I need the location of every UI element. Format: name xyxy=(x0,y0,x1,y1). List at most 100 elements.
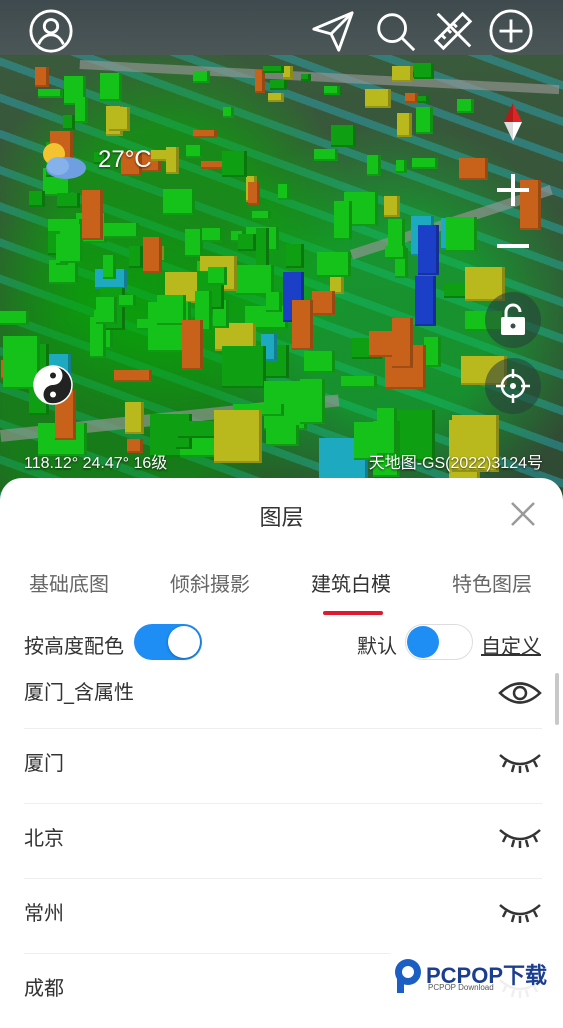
building-block xyxy=(266,425,299,447)
building-block xyxy=(222,106,235,119)
eye-closed-icon[interactable] xyxy=(498,747,542,777)
building-block xyxy=(265,292,283,313)
list-item[interactable]: 厦门 xyxy=(24,729,542,804)
building-block xyxy=(236,265,275,295)
layer-name: 厦门_含属性 xyxy=(24,680,134,704)
toggle-knob xyxy=(168,626,200,658)
building-block xyxy=(418,95,430,103)
lock-icon[interactable] xyxy=(485,292,541,348)
layer-name: 厦门 xyxy=(24,751,64,775)
custom-link[interactable]: 自定义 xyxy=(481,630,541,659)
default-toggle[interactable] xyxy=(405,624,473,660)
yin-yang-icon[interactable] xyxy=(32,364,74,406)
building-block xyxy=(104,223,140,238)
map-view[interactable]: 27°C 118.12° 24.47° 16级 天地图-GS(2022)3124… xyxy=(0,0,563,500)
building-block xyxy=(395,160,407,173)
building-block xyxy=(28,190,46,207)
building-block xyxy=(377,407,398,455)
eye-icon[interactable] xyxy=(498,678,542,708)
user-icon[interactable] xyxy=(26,6,76,56)
building-block xyxy=(182,320,203,370)
list-item[interactable]: 常州 xyxy=(24,879,542,954)
building-block xyxy=(333,200,352,241)
watermark: PCPOP下载 PCPOP Download xyxy=(388,952,563,1001)
building-block xyxy=(304,351,336,374)
locate-icon[interactable] xyxy=(485,358,541,414)
tab-basemap[interactable]: 基础底图 xyxy=(29,568,109,597)
building-block xyxy=(114,370,152,382)
map-attribution: 天地图-GS(2022)3124号 xyxy=(368,455,543,472)
building-block xyxy=(56,192,81,209)
building-block xyxy=(300,379,326,424)
building-block xyxy=(392,66,414,82)
close-icon[interactable] xyxy=(509,500,537,528)
building-block xyxy=(341,375,377,389)
search-icon[interactable] xyxy=(370,6,420,56)
scrollbar[interactable] xyxy=(555,673,559,725)
building-block xyxy=(270,79,287,91)
list-item[interactable]: 厦门_含属性 xyxy=(24,668,542,729)
building-block xyxy=(418,225,439,275)
color-by-height-toggle[interactable] xyxy=(134,624,202,660)
building-block xyxy=(445,217,478,252)
temperature-label: 27°C xyxy=(98,146,152,173)
measure-icon[interactable] xyxy=(428,6,478,56)
building-block xyxy=(384,245,407,259)
building-block xyxy=(59,223,84,263)
building-block xyxy=(282,65,294,79)
building-block xyxy=(267,92,284,103)
building-block xyxy=(300,74,311,82)
building-block xyxy=(102,255,117,280)
building-block xyxy=(278,183,291,200)
building-block xyxy=(222,345,267,389)
layer-panel: 图层 基础底图 倾斜摄影 建筑白模 特色图层 按高度配色 默认 自定义 厦门_含… xyxy=(0,478,563,1001)
building-block xyxy=(143,236,162,274)
building-block xyxy=(193,71,211,84)
building-block xyxy=(214,410,262,463)
tab-oblique-photo[interactable]: 倾斜摄影 xyxy=(170,568,250,597)
add-icon[interactable] xyxy=(486,6,536,56)
building-block xyxy=(415,276,436,326)
eye-closed-icon[interactable] xyxy=(498,822,542,852)
navigate-icon[interactable] xyxy=(308,6,358,56)
building-block xyxy=(185,229,203,258)
building-block xyxy=(255,70,265,93)
building-block xyxy=(285,244,305,268)
building-block xyxy=(263,65,285,73)
list-item[interactable]: 北京 xyxy=(24,804,542,879)
layer-name: 北京 xyxy=(24,826,64,850)
layer-name: 成都 xyxy=(24,976,64,1000)
building-block xyxy=(365,88,392,109)
building-block xyxy=(192,130,218,139)
tab-building-models[interactable]: 建筑白模 xyxy=(311,568,391,597)
building-block xyxy=(35,67,49,87)
building-block xyxy=(324,86,341,96)
layer-name: 常州 xyxy=(24,901,64,925)
building-block xyxy=(125,402,145,434)
building-block xyxy=(392,318,413,368)
zoom-out-icon[interactable] xyxy=(485,218,541,274)
building-block xyxy=(208,266,228,286)
eye-closed-icon[interactable] xyxy=(498,897,542,927)
zoom-in-icon[interactable] xyxy=(485,162,541,218)
building-block xyxy=(367,154,381,177)
coordinates-readout: 118.12° 24.47° 16级 xyxy=(24,455,168,472)
compass-icon[interactable] xyxy=(485,94,541,150)
building-block xyxy=(311,291,335,315)
building-block xyxy=(108,107,130,131)
building-block xyxy=(163,189,195,216)
building-block xyxy=(313,149,339,162)
building-block xyxy=(75,96,88,123)
building-block xyxy=(248,181,260,206)
building-block xyxy=(457,98,474,114)
building-block xyxy=(128,245,143,268)
color-by-height-label: 按高度配色 xyxy=(24,634,124,658)
active-tab-indicator xyxy=(323,611,383,615)
tab-featured-layers[interactable]: 特色图层 xyxy=(452,568,532,597)
building-block xyxy=(384,195,401,217)
building-block xyxy=(317,251,352,277)
toggle-knob xyxy=(407,626,439,658)
building-block xyxy=(416,107,433,135)
weather-widget[interactable]: 27°C xyxy=(36,138,152,182)
building-block xyxy=(405,92,419,103)
